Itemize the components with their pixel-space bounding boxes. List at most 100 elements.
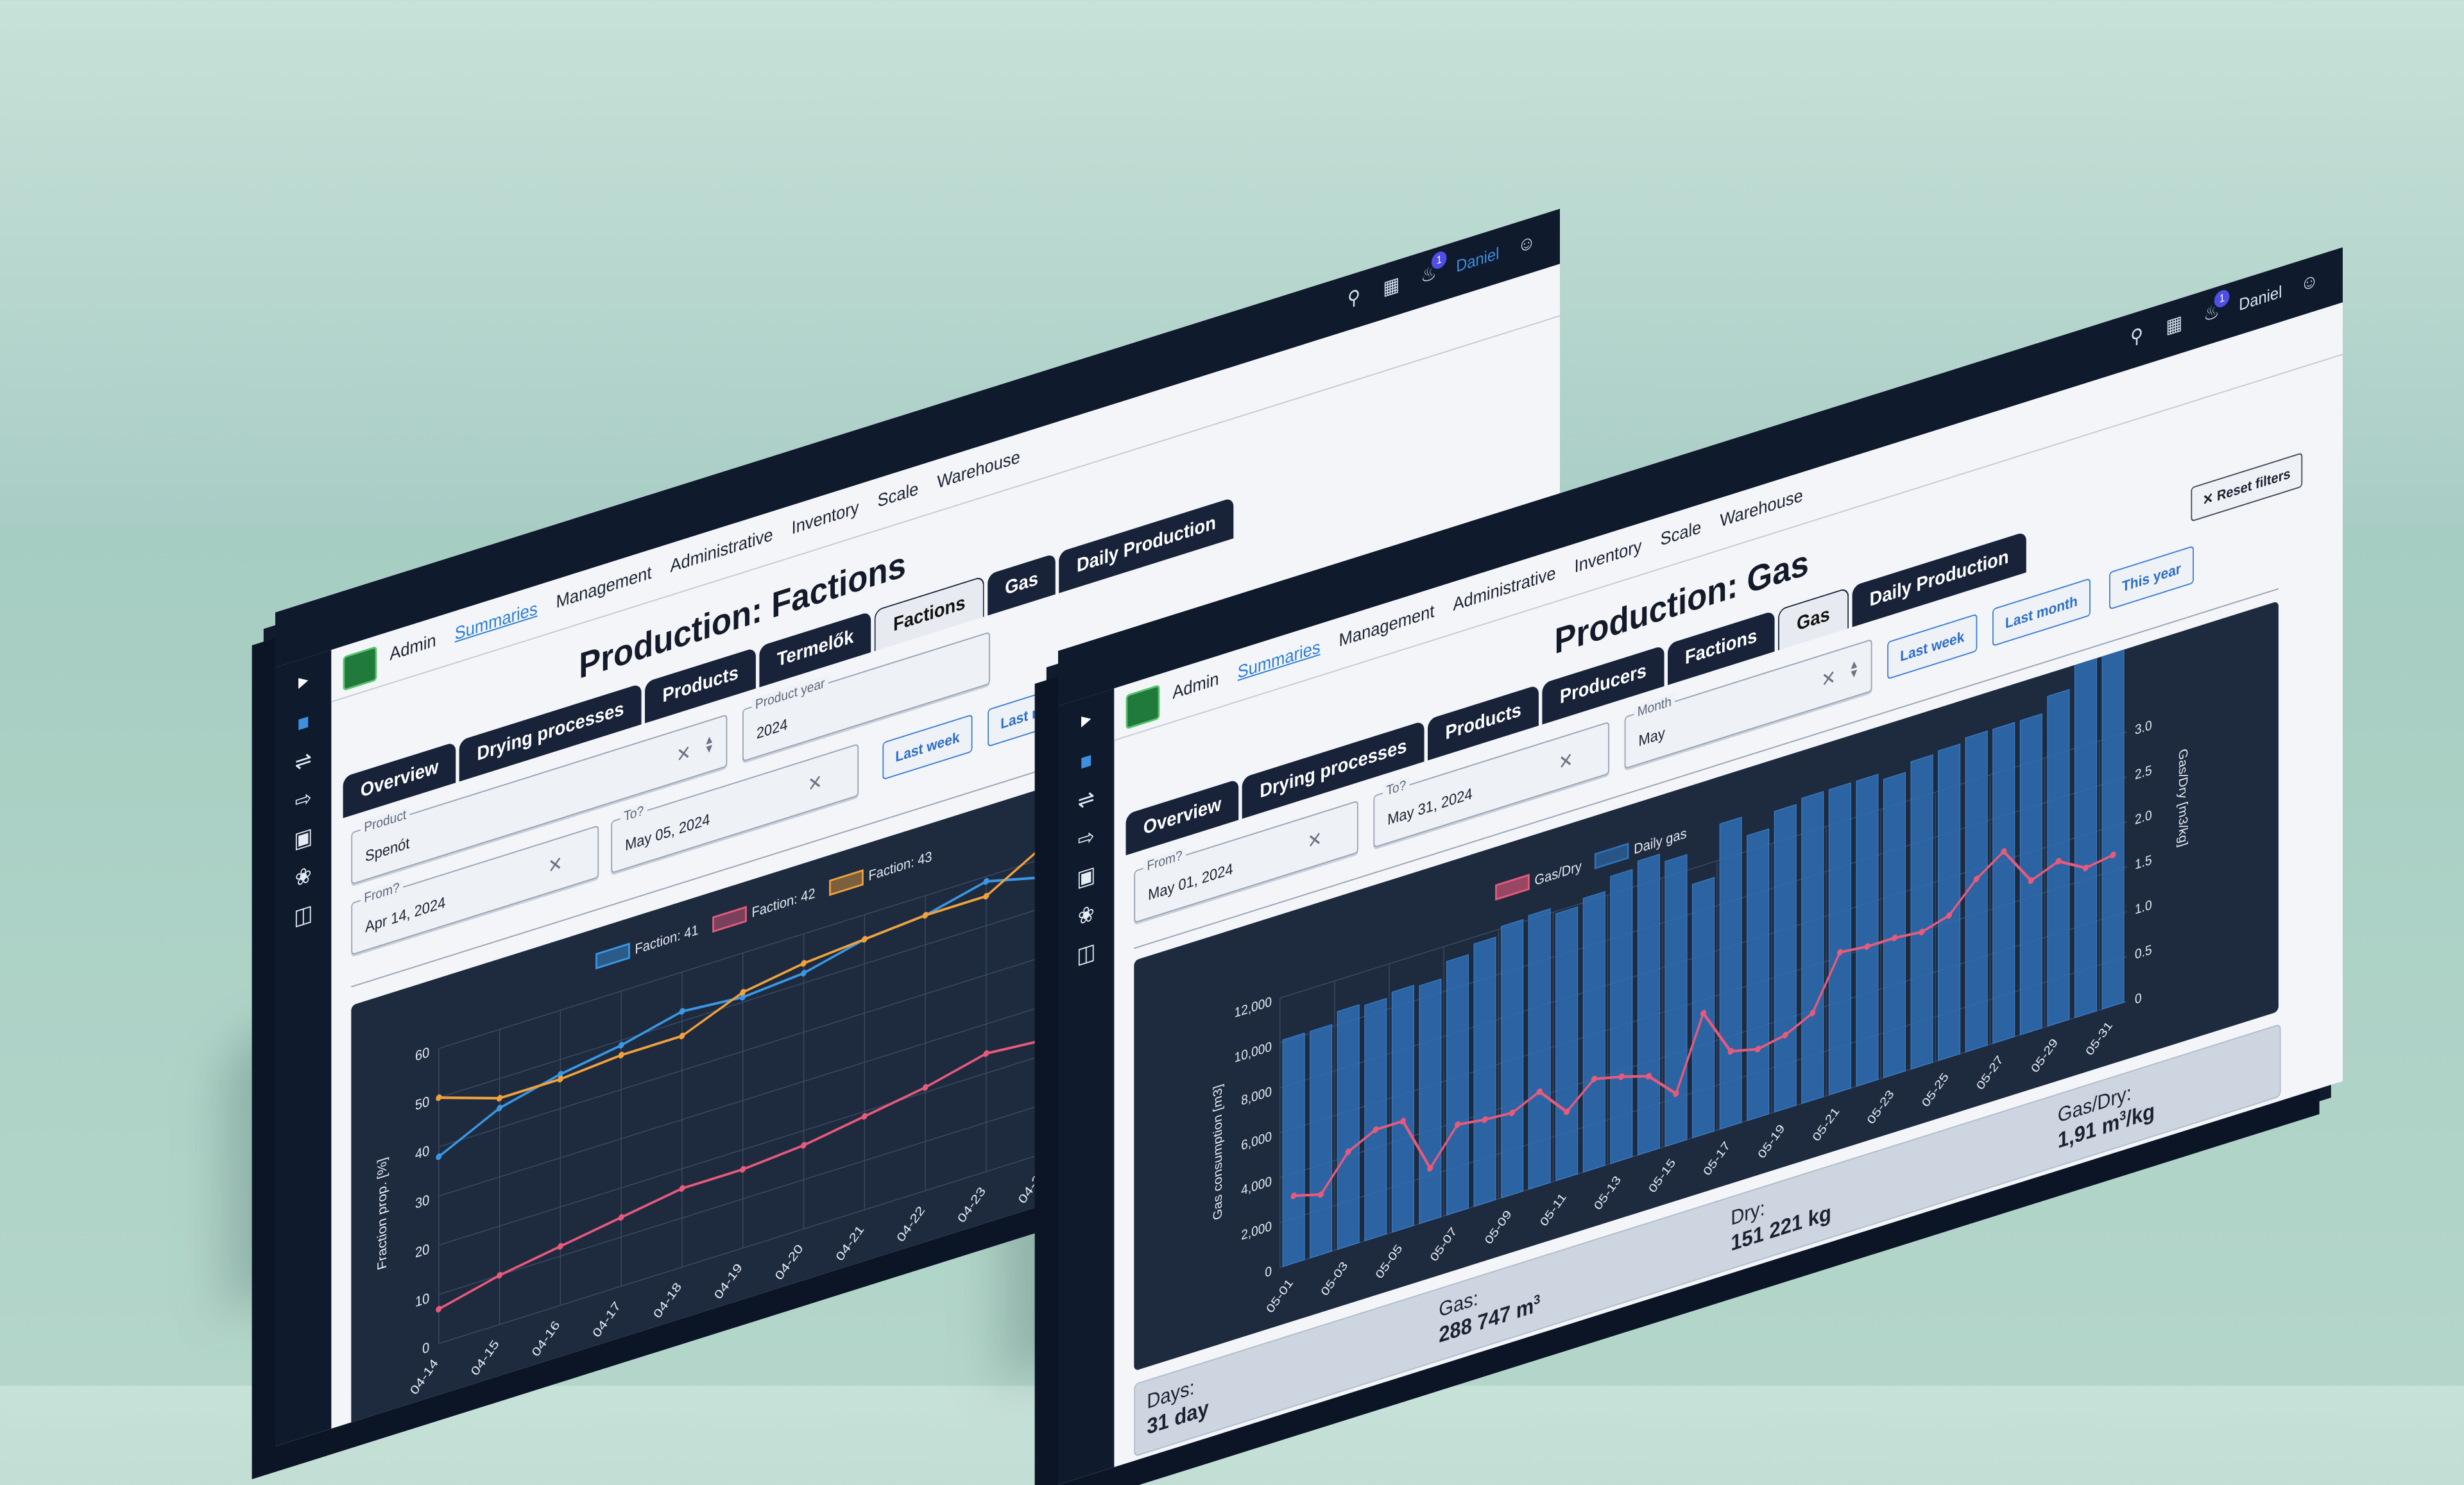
x-tick-label: 04-20	[773, 1242, 806, 1283]
tab-daily-production[interactable]: Daily Production	[1059, 497, 1234, 593]
y-tick-label: 4,000	[1241, 1174, 1272, 1199]
search-icon[interactable]: ⚲	[1344, 284, 1364, 312]
y-tick-label: 12,000	[1235, 994, 1272, 1021]
y-tick-label: 10,000	[1235, 1039, 1272, 1066]
x-tick-label: 05-27	[1974, 1053, 2006, 1092]
last-month-button[interactable]: Last m	[988, 687, 1057, 747]
x-tick-label: 05-17	[1701, 1139, 1733, 1178]
user-icon[interactable]: ☺	[1517, 230, 1537, 259]
sidebar: ▶ ■ ⇌ ⇨ ▣ ❀ ◫	[275, 650, 332, 1447]
notification-badge: 1	[2214, 287, 2230, 310]
x-tick-label: 04-24	[1016, 1166, 1049, 1207]
bar	[1801, 791, 1824, 1105]
x-tick-label: 05-25	[1919, 1071, 1951, 1110]
data-point	[1044, 839, 1050, 846]
data-point	[1044, 1036, 1050, 1043]
bar	[1883, 772, 1906, 1078]
this-year-button[interactable]: This year	[2109, 545, 2194, 610]
scene: ⚲ ▦ ♨ 1 Daniel ☺ ▶ ■ ⇌ ⇨ ▣ ❀ ◫ Admin Summ…	[0, 0, 2464, 1485]
y-tick-label: 0	[1265, 1264, 1272, 1281]
chevron-updown-icon[interactable]: ▲ ▼	[1849, 656, 1859, 681]
user-name[interactable]: Daniel	[2239, 282, 2282, 315]
x-tick-label: 04-16	[529, 1318, 563, 1359]
y-tick-label: 10	[415, 1290, 429, 1311]
clear-icon[interactable]: ✕	[808, 770, 823, 797]
legend-swatch	[595, 942, 630, 970]
close-icon: ✕	[2202, 488, 2217, 509]
calendar-icon[interactable]: ▦	[2164, 311, 2184, 339]
y-tick-label: 30	[415, 1192, 429, 1212]
data-point	[679, 1185, 685, 1192]
x-tick-label: 04-21	[834, 1223, 867, 1264]
year-value: 2024	[756, 715, 788, 743]
bar	[1582, 891, 1605, 1173]
user-icon[interactable]: ☺	[2300, 269, 2320, 297]
clear-icon[interactable]: ✕	[676, 741, 691, 768]
clear-icon[interactable]: ✕	[548, 852, 563, 879]
last-week-button[interactable]: Last week	[1887, 613, 1978, 680]
bar	[1391, 985, 1414, 1233]
data-point	[436, 1153, 442, 1160]
x-tick-label: 04-19	[712, 1261, 745, 1302]
nav-inventory[interactable]: Inventory	[1575, 536, 1642, 577]
app-logo[interactable]	[1125, 684, 1160, 730]
nav-scale[interactable]: Scale	[878, 479, 919, 512]
clear-icon[interactable]: ✕	[1559, 748, 1573, 775]
y2-tick-label: 1.0	[2135, 897, 2152, 917]
tab-gas[interactable]: Gas	[1778, 587, 1849, 650]
y-tick-label: 20	[415, 1241, 429, 1261]
y2-axis-label: Gas/Dry [m3/kg]	[2177, 747, 2190, 848]
clear-icon[interactable]: ✕	[1821, 666, 1836, 693]
x-tick-label: 04-15	[468, 1337, 502, 1379]
x-tick-label: 05-03	[1319, 1259, 1351, 1298]
legend-swatch	[1495, 874, 1530, 901]
x-tick-label: 05-21	[1810, 1105, 1842, 1144]
bar	[1774, 804, 1797, 1113]
data-point	[922, 1083, 928, 1091]
data-point	[740, 1166, 746, 1173]
chevron-updown-icon[interactable]: ▲ ▼	[704, 732, 714, 757]
nav-scale[interactable]: Scale	[1661, 517, 1702, 550]
product-label: Product	[360, 806, 410, 837]
x-tick-label: 05-11	[1537, 1191, 1569, 1228]
y2-tick-label: 0.5	[2135, 942, 2152, 962]
x-tick-label: 05-23	[1865, 1088, 1897, 1127]
data-point	[801, 960, 807, 967]
nav-admin[interactable]: Admin	[389, 630, 436, 665]
bar	[1828, 782, 1851, 1096]
x-tick-label: 05-01	[1264, 1277, 1296, 1316]
legend-label: Gas/Dry	[1535, 858, 1582, 889]
bell-icon[interactable]: ♨ 1	[2202, 287, 2230, 328]
last-week-button[interactable]: Last week	[882, 714, 973, 781]
nav-inventory[interactable]: Inventory	[792, 497, 859, 539]
data-point	[801, 1142, 807, 1149]
bar	[1637, 853, 1660, 1156]
x-tick-label: 04-17	[590, 1299, 623, 1340]
calendar-icon[interactable]: ▦	[1382, 273, 1401, 301]
notification-badge: 1	[1432, 249, 1447, 271]
stat-gas-dry: Gas/Dry: 1,91 m3/kg	[2058, 1073, 2155, 1154]
app-logo[interactable]	[343, 645, 377, 692]
reset-filters-button[interactable]: ✕ Reset filters	[2191, 452, 2302, 522]
y-tick-label: 0	[422, 1339, 429, 1357]
data-point	[497, 1271, 503, 1279]
bar	[1938, 743, 1961, 1062]
y2-tick-label: 2.5	[2135, 762, 2152, 783]
nav-admin[interactable]: Admin	[1172, 668, 1219, 704]
bell-icon[interactable]: ♨ 1	[1419, 249, 1447, 289]
y-axis-label: Gas consumption [m3]	[1211, 1083, 1224, 1222]
bar	[2074, 651, 2097, 1019]
legend-label: Faction: 42	[752, 885, 816, 921]
bar	[1692, 877, 1715, 1139]
clear-icon[interactable]: ✕	[1307, 827, 1322, 854]
tab-gas[interactable]: Gas	[987, 553, 1056, 616]
data-point	[861, 1113, 868, 1120]
legend-label: Faction: 43	[869, 848, 932, 884]
last-month-button[interactable]: Last month	[1992, 577, 2091, 647]
search-icon[interactable]: ⚲	[2127, 323, 2147, 351]
reset-filters-label: Reset filters	[2216, 464, 2291, 505]
user-name[interactable]: Daniel	[1456, 243, 1499, 276]
bar	[1664, 854, 1688, 1147]
to-label: To?	[620, 802, 647, 826]
x-tick-label: 05-13	[1591, 1173, 1623, 1212]
